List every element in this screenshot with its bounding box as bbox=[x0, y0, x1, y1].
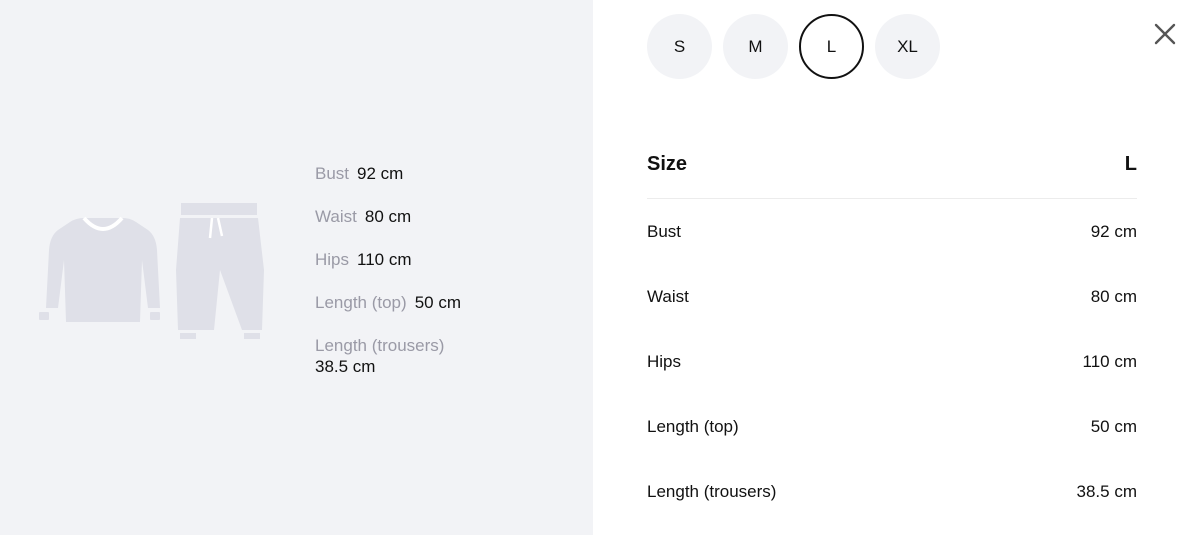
measurement-label: Length (top) bbox=[315, 293, 407, 312]
measurement-bust: Bust 92 cm bbox=[315, 163, 575, 206]
measurement-length-top: Length (top) 50 cm bbox=[315, 292, 575, 335]
measurement-value: 50 cm bbox=[414, 293, 461, 312]
measurement-waist: Waist 80 cm bbox=[315, 206, 575, 249]
size-option-xl[interactable]: XL bbox=[875, 14, 940, 79]
measurement-label: Hips bbox=[315, 250, 350, 269]
row-label: Hips bbox=[647, 351, 682, 371]
row-label: Bust bbox=[647, 221, 682, 241]
size-option-l[interactable]: L bbox=[799, 14, 864, 79]
measurements-list: Bust 92 cm Waist 80 cm Hips 110 cm Length (… bbox=[315, 163, 575, 378]
size-selector: S M L XL bbox=[647, 14, 940, 79]
size-illustration-panel: Bust 92 cm Waist 80 cm Hips 110 cm Length (… bbox=[0, 0, 593, 535]
size-details-panel: S M L XL Size L Bust 92 cm Waist 80 cm H… bbox=[593, 0, 1187, 535]
row-value: 92 cm bbox=[1090, 221, 1137, 241]
size-option-s[interactable]: S bbox=[647, 14, 712, 79]
row-label: Length (trousers) bbox=[647, 481, 777, 501]
row-value: 38.5 cm bbox=[1076, 481, 1137, 501]
table-row: Length (trousers) 38.5 cm bbox=[647, 459, 1137, 524]
row-label: Waist bbox=[647, 286, 689, 306]
size-table-header: Size L bbox=[647, 130, 1137, 199]
row-value: 80 cm bbox=[1090, 286, 1137, 306]
measurement-value: 80 cm bbox=[364, 207, 412, 226]
table-row: Hips 110 cm bbox=[647, 329, 1137, 394]
row-value: 50 cm bbox=[1090, 416, 1137, 436]
measurement-value: 92 cm bbox=[357, 164, 404, 183]
table-row: Bust 92 cm bbox=[647, 199, 1137, 264]
size-table-header-label: Size bbox=[647, 152, 688, 175]
measurement-value: 38.5 cm bbox=[315, 357, 376, 376]
size-table: Size L Bust 92 cm Waist 80 cm Hips 110 c… bbox=[647, 130, 1137, 524]
garment-illustration bbox=[39, 203, 264, 339]
measurement-label: Length (trousers) bbox=[315, 336, 445, 355]
measurement-length-trousers: Length (trousers) 38.5 cm bbox=[315, 335, 575, 378]
measurement-hips: Hips 110 cm bbox=[315, 249, 575, 292]
size-table-header-value: L bbox=[1124, 152, 1137, 175]
measurement-label: Waist bbox=[315, 207, 357, 226]
measurement-value: 110 cm bbox=[357, 250, 412, 269]
table-row: Length (top) 50 cm bbox=[647, 394, 1137, 459]
sweatshirt-icon bbox=[39, 216, 160, 322]
table-row: Waist 80 cm bbox=[647, 264, 1137, 329]
row-value: 110 cm bbox=[1082, 351, 1138, 371]
row-label: Length (top) bbox=[647, 416, 739, 436]
close-icon[interactable] bbox=[1153, 22, 1177, 46]
trousers-icon bbox=[176, 203, 264, 339]
size-option-m[interactable]: M bbox=[723, 14, 788, 79]
measurement-label: Bust bbox=[315, 164, 350, 183]
